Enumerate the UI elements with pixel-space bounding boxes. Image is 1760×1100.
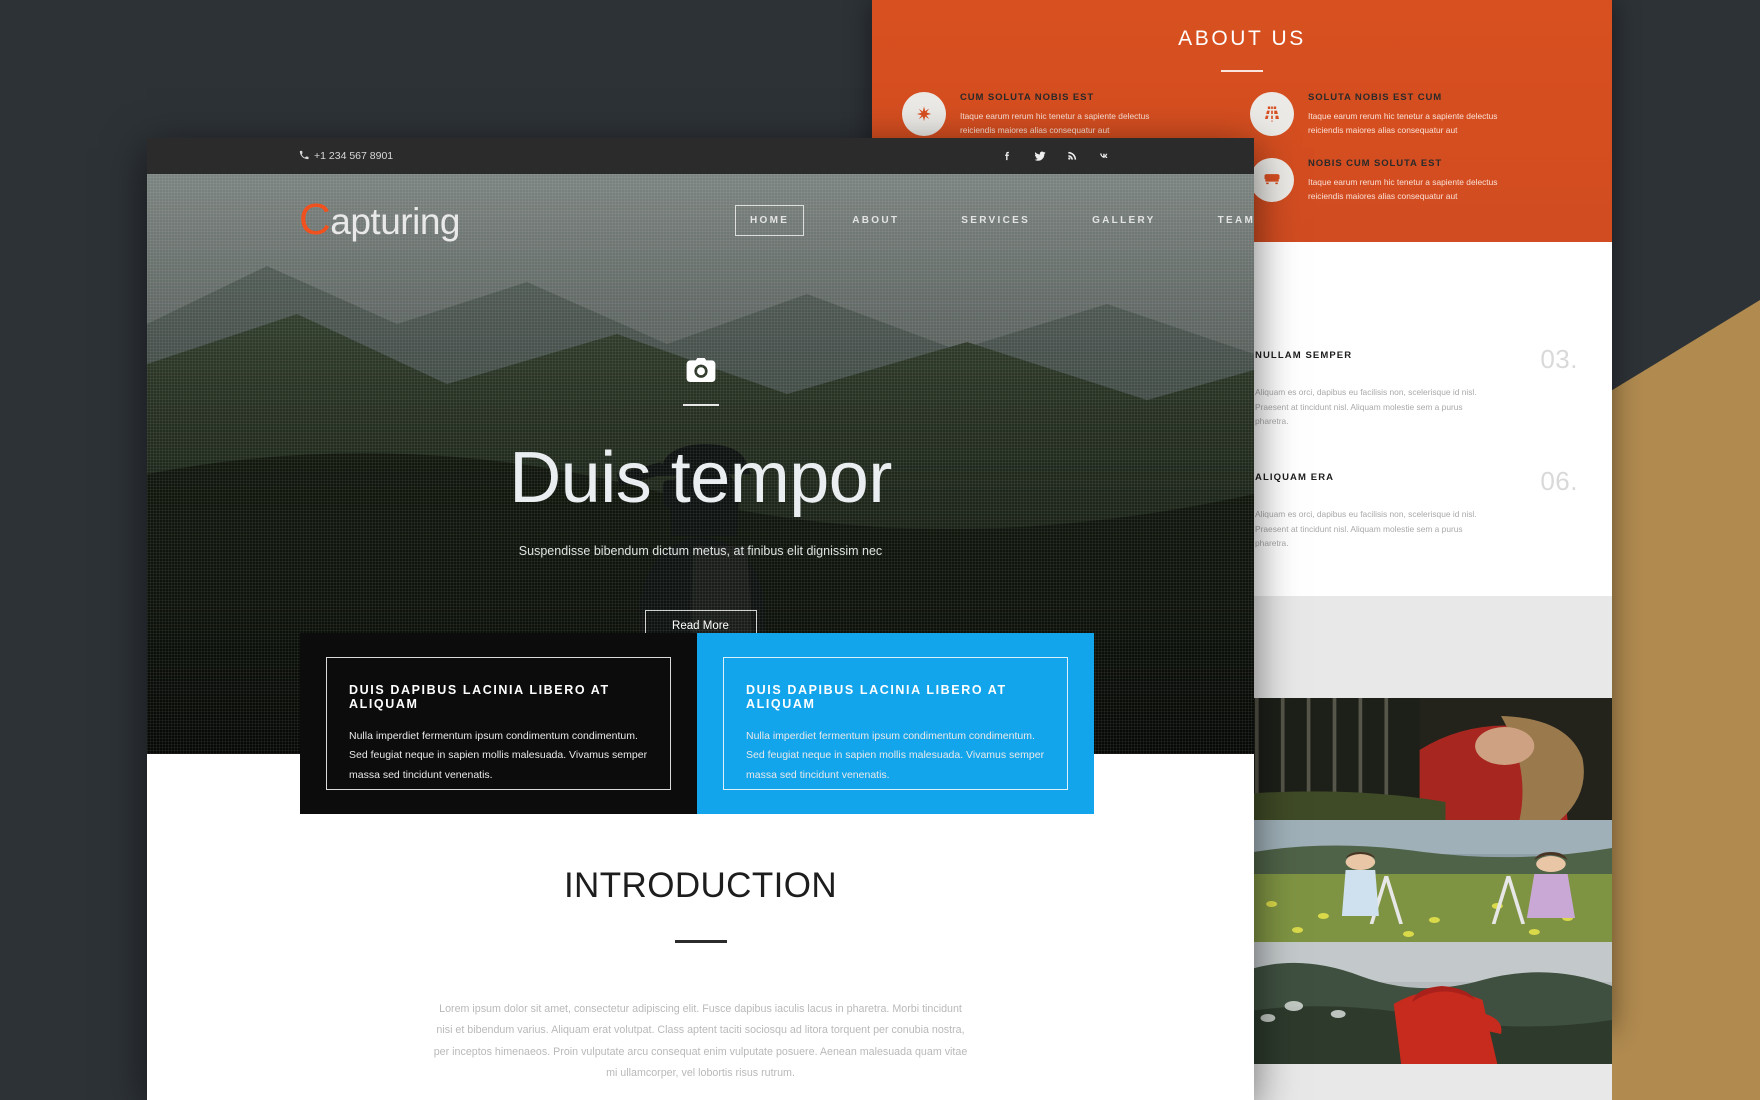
service-item[interactable]: 06. ALIQUAM ERA Aliquam es orci, dapibus… [1255, 466, 1582, 568]
asterisk-icon [902, 92, 946, 136]
about-item-title: NOBIS CUM SOLUTA EST [1308, 157, 1443, 169]
promo-boxes: DUIS DAPIBUS LACINIA LIBERO AT ALIQUAM N… [300, 633, 1094, 814]
promo-body: Nulla imperdiet fermentum ipsum condimen… [349, 730, 648, 781]
service-item[interactable]: 03. NULLAM SEMPER Aliquam es orci, dapib… [1255, 344, 1582, 446]
nav-item-services[interactable]: SERVICES [947, 206, 1044, 235]
promo-body: Nulla imperdiet fermentum ipsum condimen… [746, 730, 1045, 781]
about-item-body: Itaque earum rerum hic tenetur a sapient… [1308, 176, 1498, 201]
service-body: Aliquam es orci, dapibus eu facilisis no… [1255, 387, 1477, 427]
logo-text: apturing [330, 201, 460, 242]
main-navigation-bar: Capturing HOME ABOUT SERVICES GALLERY TE… [147, 174, 1254, 266]
camera-icon [686, 358, 716, 382]
woman-red-shirt-photo[interactable] [1242, 698, 1612, 820]
about-item-body: Itaque earum rerum hic tenetur a sapient… [1308, 111, 1498, 135]
about-item-title: CUM SOLUTA NOBIS EST [960, 92, 1095, 103]
phone-icon [299, 150, 309, 163]
about-section-title: ABOUT US [1178, 27, 1306, 50]
nav-item-about[interactable]: ABOUT [838, 206, 913, 235]
facebook-icon[interactable] [1002, 150, 1013, 162]
about-item[interactable]: CUM SOLUTA NOBIS EST Itaque earum rerum … [902, 92, 1234, 138]
about-item-body: Itaque earum rerum hic tenetur a sapient… [960, 111, 1150, 135]
service-number: 03. [1540, 344, 1578, 374]
person-red-raincoat-photo[interactable] [1242, 942, 1612, 1064]
primary-nav: HOME ABOUT SERVICES GALLERY TEAM CONTACT [735, 204, 1254, 236]
social-links [1002, 150, 1112, 162]
site-logo[interactable]: Capturing [299, 195, 460, 245]
hero-divider [682, 404, 719, 406]
bus-icon [1250, 157, 1294, 202]
introduction-rule [674, 940, 727, 943]
promo-title: DUIS DAPIBUS LACINIA LIBERO AT ALIQUAM [746, 683, 1007, 711]
about-item-title: SOLUTA NOBIS EST CUM [1308, 92, 1443, 103]
children-with-tripods-photo[interactable] [1242, 820, 1612, 942]
nav-item-team[interactable]: TEAM [1204, 206, 1254, 235]
service-title: NULLAM SEMPER [1255, 350, 1353, 361]
hero-subtitle: Suspendisse bibendum dictum metus, at fi… [518, 544, 883, 558]
promo-title: DUIS DAPIBUS LACINIA LIBERO AT ALIQUAM [349, 683, 610, 711]
service-body: Aliquam es orci, dapibus eu facilisis no… [1255, 509, 1477, 549]
introduction-body: Lorem ipsum dolor sit amet, consectetur … [433, 1003, 968, 1080]
vk-icon[interactable] [1098, 150, 1112, 162]
top-bar: +1 234 567 8901 [147, 138, 1254, 174]
introduction-title: INTRODUCTION [563, 866, 838, 905]
road-icon [1250, 92, 1294, 136]
logo-initial: C [299, 195, 331, 244]
nav-item-home[interactable]: HOME [735, 204, 805, 236]
screenshot-stage: ABOUT US CUM SOLUTA NOBIS EST Itaque ear… [0, 0, 1760, 1100]
promo-card-dark[interactable]: DUIS DAPIBUS LACINIA LIBERO AT ALIQUAM N… [300, 633, 697, 814]
service-number: 06. [1540, 466, 1578, 496]
phone-contact[interactable]: +1 234 567 8901 [299, 150, 393, 163]
hero-title: Duis tempor [509, 438, 892, 518]
main-page[interactable]: +1 234 567 8901 Capturing HOME ABOUT SER… [147, 138, 1254, 1100]
service-title: ALIQUAM ERA [1255, 472, 1335, 483]
nav-item-gallery[interactable]: GALLERY [1078, 206, 1170, 235]
phone-number: +1 234 567 8901 [314, 150, 394, 162]
twitter-icon[interactable] [1033, 150, 1047, 162]
about-item[interactable]: SOLUTA NOBIS EST CUM Itaque earum rerum … [1250, 92, 1582, 138]
hero-content: Duis tempor Suspendisse bibendum dictum … [147, 266, 1254, 682]
about-item[interactable]: NOBIS CUM SOLUTA EST Itaque earum rerum … [1250, 157, 1582, 204]
rss-icon[interactable] [1067, 150, 1078, 162]
promo-card-blue[interactable]: DUIS DAPIBUS LACINIA LIBERO AT ALIQUAM N… [697, 633, 1094, 814]
